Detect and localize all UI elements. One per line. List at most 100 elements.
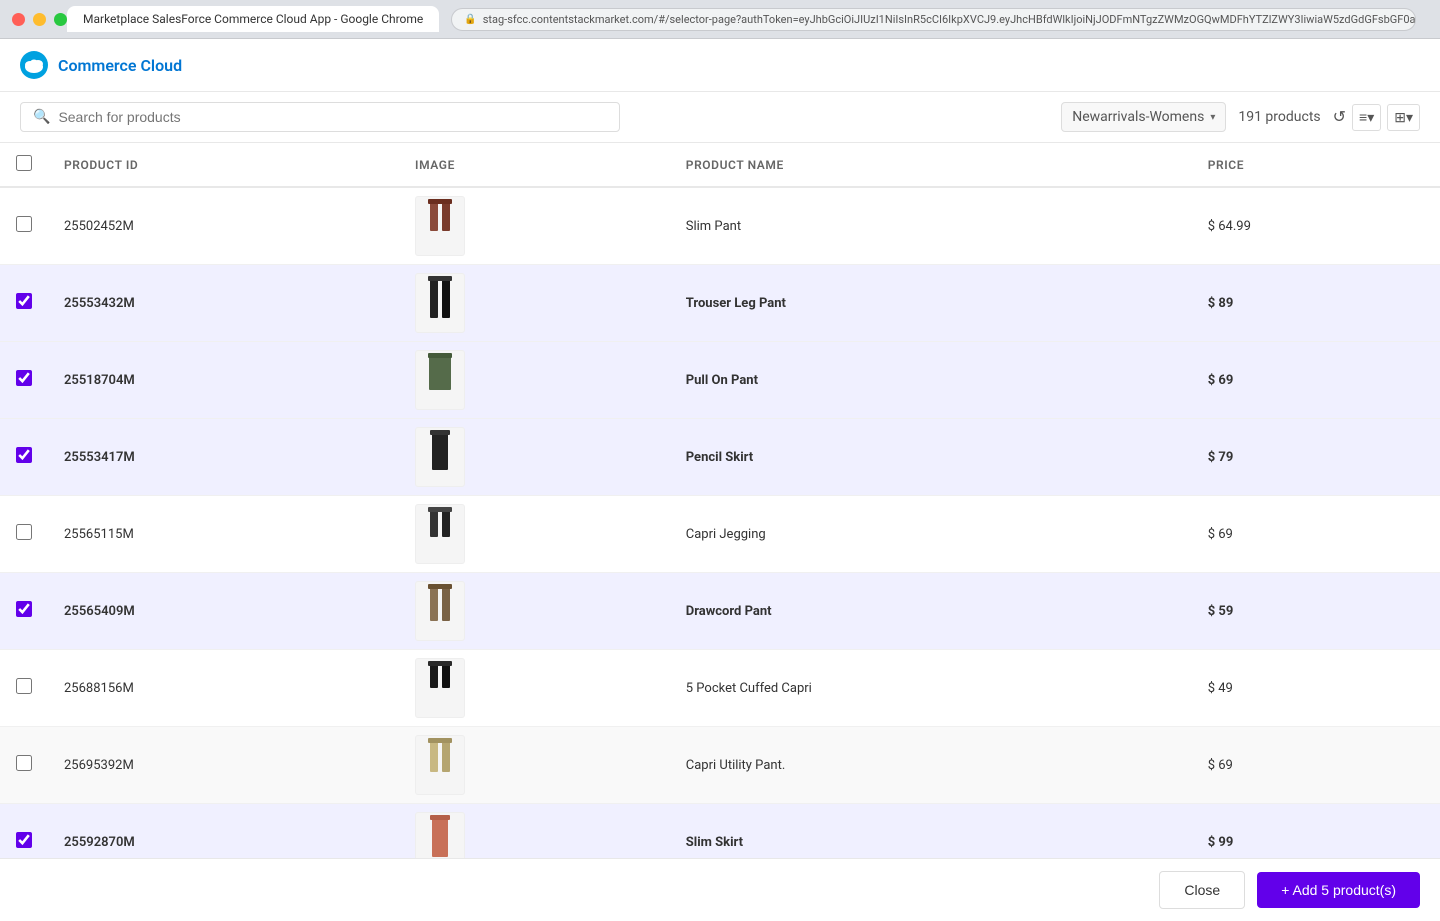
footer: Close + Add 5 product(s) [0, 858, 1440, 921]
table-row: 25553432M Trouser Leg Pant $ 89 [0, 265, 1440, 342]
product-price: $ 69 [1208, 527, 1233, 542]
product-id: 25592870M [64, 835, 135, 850]
list-view-button[interactable]: ≡▾ [1352, 104, 1381, 131]
close-button[interactable]: Close [1159, 871, 1245, 909]
row-checkbox[interactable] [16, 447, 32, 463]
row-checkbox-cell[interactable] [0, 496, 48, 573]
product-name: Trouser Leg Pant [686, 296, 786, 311]
row-checkbox-cell[interactable] [0, 342, 48, 419]
product-table: Product ID Image Product Name Price 2550… [0, 143, 1440, 864]
product-price: $ 69 [1208, 758, 1233, 773]
row-checkbox-cell[interactable] [0, 804, 48, 865]
address-bar[interactable]: 🔒 stag-sfcc.contentstackmarket.com/#/sel… [451, 8, 1416, 31]
row-price-cell: $ 99 [1192, 804, 1440, 865]
table-row: 25565409M Drawcord Pant $ 59 [0, 573, 1440, 650]
row-product-id-cell: 25565409M [48, 573, 399, 650]
row-checkbox[interactable] [16, 216, 32, 232]
product-id: 25565409M [64, 604, 135, 619]
window-maximize-button[interactable] [54, 13, 67, 26]
row-product-name-cell: Slim Pant [670, 187, 1192, 265]
row-price-cell: $ 79 [1192, 419, 1440, 496]
row-checkbox-cell[interactable] [0, 265, 48, 342]
row-price-cell: $ 69 [1192, 727, 1440, 804]
row-image-cell [399, 804, 670, 865]
table-header-row: Product ID Image Product Name Price [0, 143, 1440, 187]
product-count: 191 products [1238, 109, 1320, 125]
row-checkbox-cell[interactable] [0, 419, 48, 496]
browser-window-controls[interactable] [12, 13, 67, 26]
product-name: Capri Jegging [686, 527, 766, 542]
table-row: 25553417M Pencil Skirt $ 79 [0, 419, 1440, 496]
product-price: $ 64.99 [1208, 219, 1251, 234]
grid-view-button[interactable]: ⊞▾ [1387, 104, 1420, 131]
row-image-cell [399, 650, 670, 727]
url-text: stag-sfcc.contentstackmarket.com/#/selec… [483, 13, 1416, 26]
row-product-id-cell: 25565115M [48, 496, 399, 573]
product-table-container: Product ID Image Product Name Price 2550… [0, 143, 1440, 864]
row-checkbox[interactable] [16, 370, 32, 386]
row-product-id-cell: 25695392M [48, 727, 399, 804]
search-input[interactable] [58, 109, 607, 125]
product-image [415, 581, 465, 641]
col-product-id: Product ID [48, 143, 399, 187]
tab-title: Marketplace SalesForce Commerce Cloud Ap… [83, 12, 423, 26]
product-price: $ 69 [1208, 373, 1234, 388]
search-box[interactable]: 🔍 [20, 102, 620, 132]
table-row: 25518704M Pull On Pant $ 69 [0, 342, 1440, 419]
product-id: 25553417M [64, 450, 135, 465]
category-selector[interactable]: Newarrivals-Womens ▾ [1061, 102, 1226, 132]
row-product-name-cell: Capri Jegging [670, 496, 1192, 573]
window-close-button[interactable] [12, 13, 25, 26]
row-price-cell: $ 49 [1192, 650, 1440, 727]
product-image [415, 427, 465, 487]
app-title: Commerce Cloud [58, 56, 182, 75]
window-minimize-button[interactable] [33, 13, 46, 26]
product-price: $ 59 [1208, 604, 1234, 619]
add-products-button[interactable]: + Add 5 product(s) [1257, 872, 1420, 908]
product-id: 25502452M [64, 219, 134, 234]
browser-tab: Marketplace SalesForce Commerce Cloud Ap… [67, 6, 439, 32]
row-image-cell [399, 419, 670, 496]
product-name: Pull On Pant [686, 373, 758, 388]
row-image-cell [399, 342, 670, 419]
select-all-checkbox[interactable] [16, 155, 32, 171]
row-image-cell [399, 187, 670, 265]
row-checkbox[interactable] [16, 755, 32, 771]
row-checkbox[interactable] [16, 832, 32, 848]
product-price: $ 79 [1208, 450, 1234, 465]
product-image [415, 658, 465, 718]
product-name: Pencil Skirt [686, 450, 753, 465]
browser-chrome: Marketplace SalesForce Commerce Cloud Ap… [0, 0, 1440, 39]
list-view-icon: ≡▾ [1359, 109, 1374, 126]
category-dropdown-icon: ▾ [1210, 112, 1215, 123]
row-product-id-cell: 25518704M [48, 342, 399, 419]
product-image [415, 735, 465, 795]
table-header: Product ID Image Product Name Price [0, 143, 1440, 187]
row-product-name-cell: 5 Pocket Cuffed Capri [670, 650, 1192, 727]
row-checkbox[interactable] [16, 601, 32, 617]
row-product-name-cell: Pull On Pant [670, 342, 1192, 419]
row-product-id-cell: 25502452M [48, 187, 399, 265]
app-header: Commerce Cloud [0, 39, 1440, 92]
row-price-cell: $ 64.99 [1192, 187, 1440, 265]
reset-button[interactable]: ↺ [1333, 107, 1346, 127]
row-checkbox[interactable] [16, 678, 32, 694]
product-name: Slim Pant [686, 219, 741, 234]
product-name: Drawcord Pant [686, 604, 772, 619]
select-all-col[interactable] [0, 143, 48, 187]
row-checkbox-cell[interactable] [0, 187, 48, 265]
lock-icon: 🔒 [464, 14, 476, 25]
product-id: 25695392M [64, 758, 134, 773]
row-checkbox[interactable] [16, 293, 32, 309]
product-name: Capri Utility Pant. [686, 758, 785, 773]
salesforce-cloud-icon [24, 55, 44, 75]
row-checkbox-cell[interactable] [0, 727, 48, 804]
row-checkbox-cell[interactable] [0, 650, 48, 727]
row-checkbox[interactable] [16, 524, 32, 540]
row-checkbox-cell[interactable] [0, 573, 48, 650]
toolbar: 🔍 Newarrivals-Womens ▾ 191 products ↺ ≡▾… [0, 92, 1440, 143]
product-image [415, 196, 465, 256]
product-id: 25553432M [64, 296, 135, 311]
row-price-cell: $ 69 [1192, 496, 1440, 573]
product-image [415, 812, 465, 864]
